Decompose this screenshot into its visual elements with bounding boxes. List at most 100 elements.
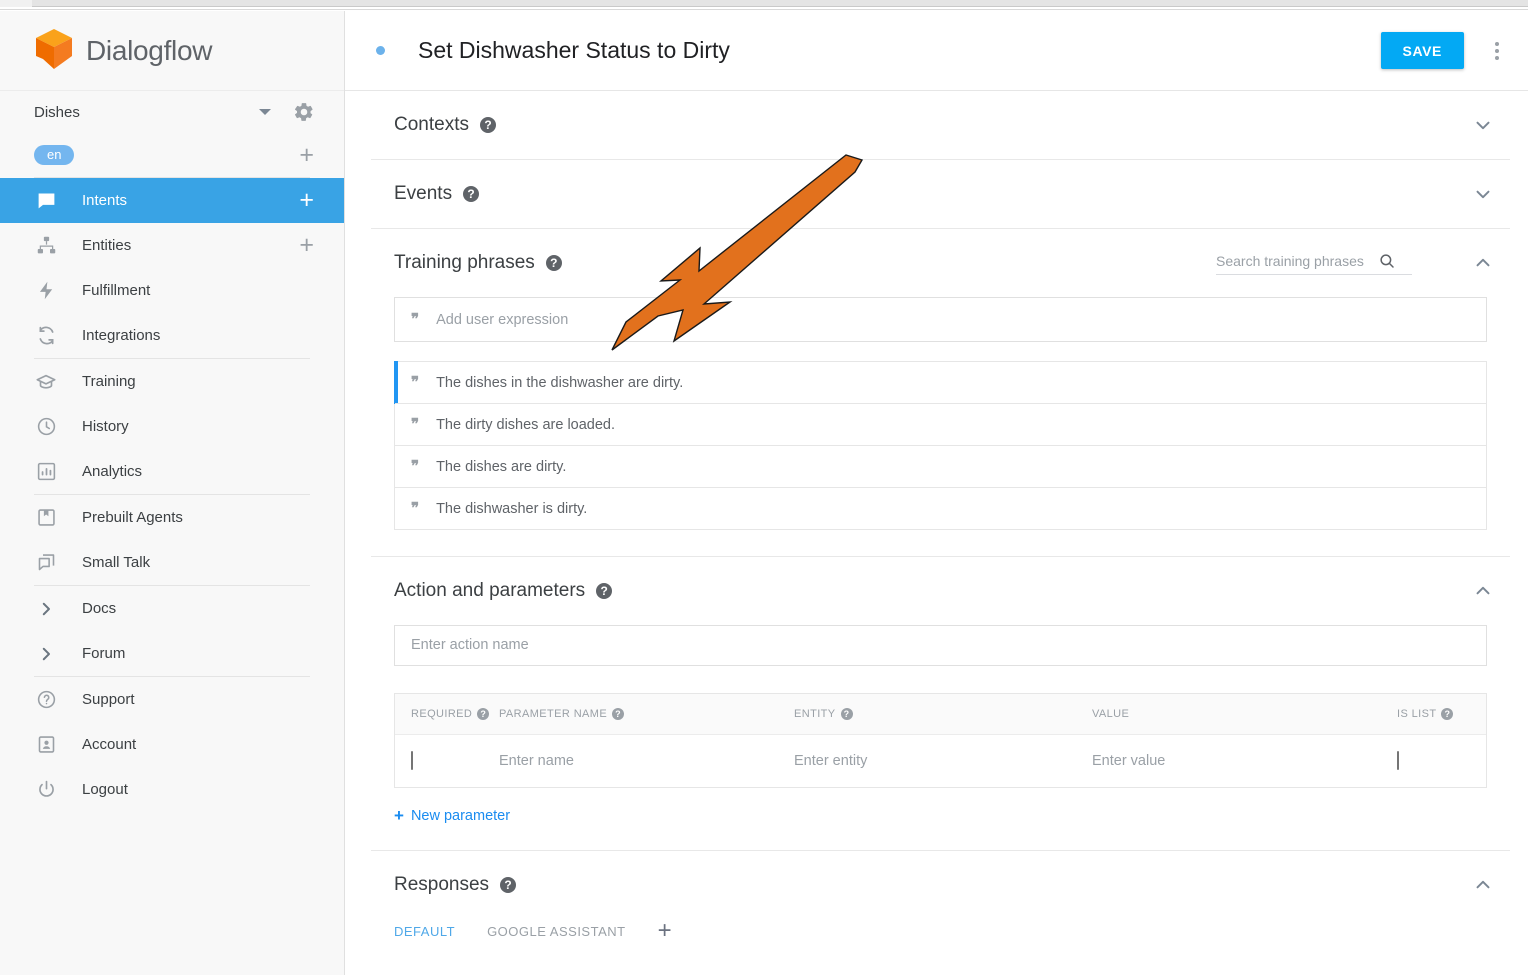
training-phrase-row[interactable]: ❞ The dirty dishes are loaded. xyxy=(395,403,1486,445)
scrollbar-track[interactable] xyxy=(32,0,1528,7)
cell-entity xyxy=(794,752,1092,770)
sidebar-item-entities[interactable]: Entities + xyxy=(0,223,344,268)
add-entity-plus-icon[interactable]: + xyxy=(299,233,314,258)
sidebar-item-label: Analytics xyxy=(82,463,142,480)
add-language-plus-icon[interactable]: + xyxy=(299,143,314,168)
sidebar-item-analytics[interactable]: Analytics xyxy=(0,449,344,494)
sidebar-item-intents[interactable]: Intents + xyxy=(0,178,344,223)
help-icon[interactable]: ? xyxy=(841,708,853,720)
training-phrase-row[interactable]: ❞ The dishes in the dishwasher are dirty… xyxy=(395,361,1486,403)
gear-icon[interactable] xyxy=(293,101,315,123)
bolt-icon xyxy=(34,279,58,303)
training-phrase-row[interactable]: ❞ The dishes are dirty. xyxy=(395,445,1486,487)
required-checkbox[interactable] xyxy=(411,751,413,770)
search-icon[interactable] xyxy=(1378,252,1396,270)
sidebar-item-account[interactable]: Account xyxy=(0,722,344,767)
quote-icon: ❞ xyxy=(411,457,419,476)
help-icon[interactable]: ? xyxy=(500,877,516,893)
training-phrase-text: The dishes are dirty. xyxy=(436,459,566,475)
entity-input[interactable] xyxy=(794,753,1068,769)
action-name-input[interactable] xyxy=(394,625,1487,666)
is-list-checkbox[interactable] xyxy=(1397,751,1399,770)
sidebar-item-label: Support xyxy=(82,691,135,708)
contexts-header[interactable]: Contexts ? xyxy=(371,91,1510,159)
sidebar-item-label: Fulfillment xyxy=(82,282,150,299)
tab-google-assistant[interactable]: GOOGLE ASSISTANT xyxy=(487,924,626,939)
intent-sections: Contexts ? Events ? xyxy=(345,91,1528,975)
sidebar-item-label: Training xyxy=(82,373,136,390)
brand-header[interactable]: Dialogflow xyxy=(0,11,344,91)
add-response-tab-plus-icon[interactable]: + xyxy=(658,919,672,943)
section-contexts: Contexts ? xyxy=(371,91,1510,160)
intent-topbar: Set Dishwasher Status to Dirty SAVE xyxy=(345,11,1528,91)
sidebar-item-history[interactable]: History xyxy=(0,404,344,449)
sidebar: Dialogflow Dishes en + xyxy=(0,11,345,975)
language-chip-en[interactable]: en xyxy=(34,145,74,165)
sidebar-nav: Intents + Entities + xyxy=(0,178,344,812)
chevron-up-icon[interactable] xyxy=(1472,252,1494,274)
responses-header[interactable]: Responses ? xyxy=(371,851,1510,919)
search-input[interactable] xyxy=(1216,253,1374,269)
training-phrase-text: The dishes in the dishwasher are dirty. xyxy=(436,375,683,391)
chrome-divider xyxy=(0,9,1528,10)
sidebar-item-logout[interactable]: Logout xyxy=(0,767,344,812)
cell-value xyxy=(1092,752,1397,770)
chevron-up-icon[interactable] xyxy=(1472,580,1494,602)
help-icon[interactable]: ? xyxy=(596,583,612,599)
sidebar-item-forum[interactable]: Forum xyxy=(0,631,344,676)
training-phrases-body: ❞ Add user expression ❞ The dishes in th… xyxy=(371,297,1510,556)
sidebar-item-label: Integrations xyxy=(82,327,160,344)
cell-required xyxy=(395,752,499,770)
value-input[interactable] xyxy=(1092,753,1373,769)
chevron-down-icon[interactable] xyxy=(1472,114,1494,136)
search-training-phrases[interactable] xyxy=(1216,252,1412,275)
help-icon[interactable]: ? xyxy=(480,117,496,133)
sidebar-item-docs[interactable]: Docs xyxy=(0,586,344,631)
parameter-name-input[interactable] xyxy=(499,753,770,769)
sidebar-item-label: Forum xyxy=(82,645,125,662)
sidebar-item-integrations[interactable]: Integrations xyxy=(0,313,344,358)
help-icon[interactable]: ? xyxy=(546,255,562,271)
sidebar-item-small-talk[interactable]: Small Talk xyxy=(0,540,344,585)
help-icon[interactable]: ? xyxy=(612,708,624,720)
training-phrase-text: The dirty dishes are loaded. xyxy=(436,417,615,433)
sidebar-item-label: Docs xyxy=(82,600,116,617)
sidebar-item-label: Entities xyxy=(82,237,131,254)
add-user-expression-row[interactable]: ❞ Add user expression xyxy=(394,297,1487,342)
sidebar-item-support[interactable]: Support xyxy=(0,677,344,722)
section-responses: Responses ? DEFAULT GOOGLE ASSISTANT + xyxy=(371,851,1510,953)
agent-selector[interactable]: Dishes xyxy=(0,91,344,133)
scrollbar-left-cap xyxy=(0,0,32,7)
new-parameter-button[interactable]: + New parameter xyxy=(394,807,1487,824)
chevron-down-icon[interactable] xyxy=(1472,183,1494,205)
kebab-menu-icon[interactable] xyxy=(1484,42,1510,60)
sidebar-item-training[interactable]: Training xyxy=(0,359,344,404)
help-icon[interactable]: ? xyxy=(1441,708,1453,720)
chat-bubble-icon xyxy=(34,189,58,213)
training-phrases-header[interactable]: Training phrases ? xyxy=(371,229,1510,297)
column-header-required: REQUIRED ? xyxy=(395,708,499,720)
caret-down-icon[interactable] xyxy=(259,109,271,115)
events-header[interactable]: Events ? xyxy=(371,160,1510,228)
section-action-and-parameters: Action and parameters ? REQUIRED xyxy=(371,557,1510,851)
action-parameters-header[interactable]: Action and parameters ? xyxy=(371,557,1510,625)
entity-tree-icon xyxy=(34,234,58,258)
help-icon[interactable]: ? xyxy=(477,708,489,720)
sidebar-item-prebuilt-agents[interactable]: Prebuilt Agents xyxy=(0,495,344,540)
add-intent-plus-icon[interactable]: + xyxy=(299,188,314,213)
sidebar-item-fulfillment[interactable]: Fulfillment xyxy=(0,268,344,313)
column-label: REQUIRED xyxy=(411,708,472,720)
help-icon[interactable]: ? xyxy=(463,186,479,202)
chevron-right-icon xyxy=(34,597,58,621)
action-parameters-body: REQUIRED ? PARAMETER NAME ? ENTITY ? xyxy=(371,625,1510,850)
browser-scrollbar-strip xyxy=(0,0,1528,11)
column-header-entity: ENTITY ? xyxy=(794,708,1092,720)
save-button[interactable]: SAVE xyxy=(1381,32,1465,69)
contexts-title: Contexts xyxy=(394,114,469,136)
tab-default[interactable]: DEFAULT xyxy=(394,924,455,939)
chat-stack-icon xyxy=(34,551,58,575)
chevron-up-icon[interactable] xyxy=(1472,874,1494,896)
training-phrase-row[interactable]: ❞ The dishwasher is dirty. xyxy=(395,487,1486,529)
sidebar-item-label: History xyxy=(82,418,129,435)
quote-icon: ❞ xyxy=(411,373,419,392)
